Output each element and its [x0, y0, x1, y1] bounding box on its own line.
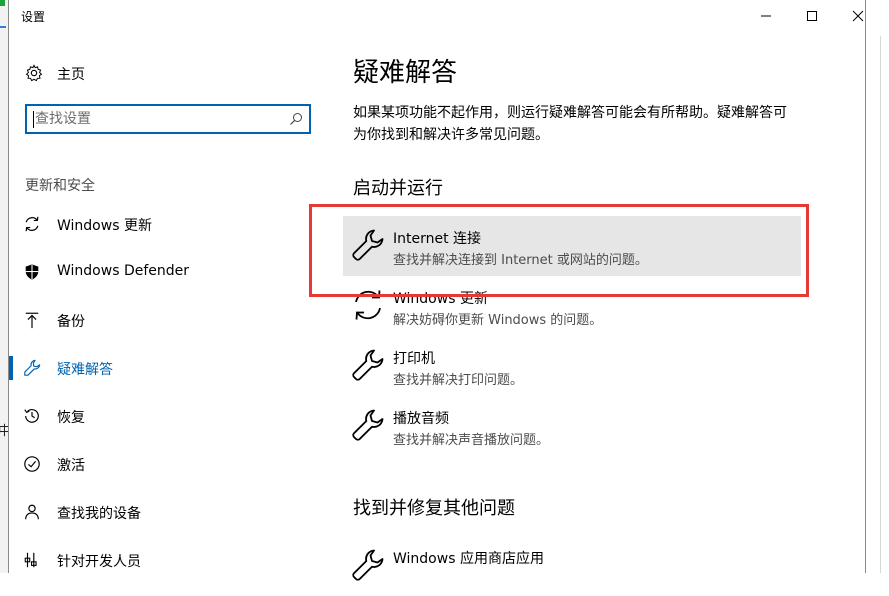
history-icon: [24, 409, 39, 423]
check-circle-icon: [24, 456, 40, 472]
desktop-background: 中: [0, 0, 11, 573]
sidebar-item-windows-update[interactable]: Windows 更新: [9, 204, 329, 244]
sidebar-item-label: Windows 更新: [57, 218, 152, 234]
background-window-edge: [866, 0, 889, 573]
troubleshooter-desc: 查找并解决打印问题。: [393, 373, 524, 388]
title-bar[interactable]: 设置: [9, 0, 865, 32]
sidebar-item-backup[interactable]: 备份: [9, 300, 329, 340]
sidebar-item-recovery[interactable]: 恢复: [9, 396, 329, 436]
sidebar-item-label: 针对开发人员: [57, 554, 141, 570]
troubleshooter-name: 打印机: [393, 351, 435, 367]
nav-home-label: 主页: [57, 67, 85, 83]
troubleshooter-playing-audio[interactable]: 播放音频 查找并解决声音播放问题。: [343, 396, 801, 456]
gear-icon: [25, 64, 43, 82]
sidebar-item-windows-defender[interactable]: Windows Defender: [9, 252, 329, 292]
section-label-update-security: 更新和安全: [25, 178, 95, 194]
minimize-icon: [761, 15, 771, 17]
sidebar-item-label: 激活: [57, 458, 85, 474]
search-input[interactable]: [35, 110, 275, 128]
troubleshooter-internet[interactable]: Internet 连接 查找并解决连接到 Internet 或网站的问题。: [343, 216, 801, 276]
sidebar-item-label: 恢复: [57, 410, 85, 426]
search-box[interactable]: [25, 104, 311, 134]
desktop-app-strip: [0, 0, 5, 6]
wrench-icon: [352, 229, 384, 261]
sidebar-item-find-my-device[interactable]: 查找我的设备: [9, 492, 329, 532]
wrench-icon: [24, 359, 41, 376]
sidebar-item-label: 备份: [57, 314, 85, 330]
window-title: 设置: [21, 10, 46, 24]
sidebar-item-label: Windows Defender: [57, 263, 190, 279]
sidebar-item-label: 疑难解答: [57, 362, 113, 378]
sync-icon: [25, 216, 39, 232]
desktop-app-strip-blue: [0, 26, 6, 28]
troubleshooter-desc: 解决妨碍你更新 Windows 的问题。: [393, 313, 603, 328]
troubleshooter-desc: 查找并解决声音播放问题。: [393, 433, 550, 448]
wrench-icon: [352, 409, 384, 441]
section-heading-get-up-running: 启动并运行: [353, 178, 443, 199]
sidebar-item-label: 查找我的设备: [57, 506, 141, 522]
text-caret: [33, 111, 34, 128]
sync-icon: [355, 290, 381, 320]
close-icon: [852, 10, 864, 22]
minimize-button[interactable]: [743, 0, 789, 32]
edge-divider: [880, 36, 881, 573]
section-heading-other-problems: 找到并修复其他问题: [353, 498, 515, 519]
sidebar-item-activation[interactable]: 激活: [9, 444, 329, 484]
troubleshooter-name: 播放音频: [393, 411, 449, 427]
troubleshooter-desc: 查找并解决连接到 Internet 或网站的问题。: [393, 253, 648, 268]
nav-home[interactable]: 主页: [9, 56, 329, 92]
person-locate-icon: [25, 504, 39, 520]
shield-icon: [25, 264, 39, 280]
troubleshooter-printer[interactable]: 打印机 查找并解决打印问题。: [343, 336, 801, 396]
maximize-icon: [807, 11, 817, 21]
troubleshooter-name: Windows 更新: [393, 291, 488, 307]
settings-window: 设置 主页 更新和安全 Window: [8, 0, 866, 581]
backup-arrow-icon: [25, 312, 39, 329]
active-indicator: [9, 356, 13, 380]
page-description: 如果某项功能不起作用，则运行疑难解答可能会有所帮助。疑难解答可为你找到和解决许多…: [353, 105, 787, 143]
troubleshooter-windows-update[interactable]: Windows 更新 解决妨碍你更新 Windows 的问题。: [343, 276, 801, 336]
troubleshooter-name: Internet 连接: [393, 231, 482, 247]
wrench-icon: [352, 549, 384, 581]
search-icon[interactable]: [289, 112, 303, 126]
developer-icon: [24, 552, 37, 568]
maximize-button[interactable]: [789, 0, 835, 32]
page-title: 疑难解答: [353, 58, 458, 88]
sidebar-item-troubleshoot[interactable]: 疑难解答: [9, 348, 329, 388]
troubleshooter-name: Windows 应用商店应用: [393, 551, 544, 567]
sidebar-item-developers[interactable]: 针对开发人员: [9, 540, 329, 580]
troubleshooter-store-apps[interactable]: Windows 应用商店应用: [343, 536, 801, 596]
wrench-icon: [352, 349, 384, 381]
